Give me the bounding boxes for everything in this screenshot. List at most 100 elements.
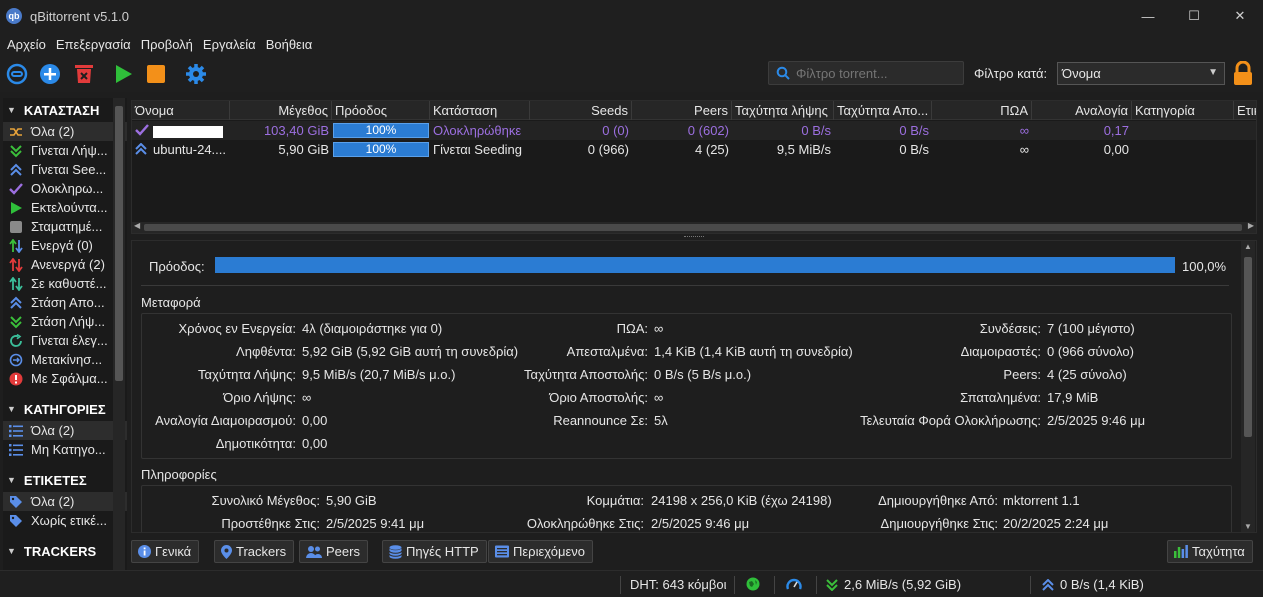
menu-file[interactable]: Αρχείο: [2, 37, 51, 52]
maximize-button[interactable]: ☐: [1171, 0, 1217, 32]
stop-icon: [147, 65, 165, 83]
menu-tools[interactable]: Εργαλεία: [198, 37, 261, 52]
status-separator: [816, 576, 817, 594]
status-filter-completed[interactable]: Ολοκληρω...: [3, 179, 127, 198]
upload-chevrons-icon: [9, 296, 23, 310]
scroll-left-icon[interactable]: ◀: [134, 221, 140, 230]
search-input[interactable]: [796, 65, 956, 81]
table-row[interactable]: ubuntu-24.... 5,90 GiB 100% Γίνεται Seed…: [132, 140, 1256, 159]
share-ratio-value: 0,00: [302, 413, 328, 428]
close-button[interactable]: ✕: [1217, 0, 1263, 32]
status-filter-label: Ενεργά (0): [31, 238, 93, 253]
tab-trackers[interactable]: Trackers: [214, 540, 295, 563]
status-filter-label: Εκτελούντα...: [31, 200, 108, 215]
status-filter-inactive[interactable]: Ανενεργά (2): [3, 255, 127, 274]
column-header-ratio[interactable]: Αναλογία: [1032, 101, 1132, 120]
column-header-eta[interactable]: ΠΩΑ: [932, 101, 1032, 120]
status-filter-downloading[interactable]: Γίνεται Λήψ...: [3, 141, 127, 160]
table-row[interactable]: 103,40 GiB 100% Ολοκληρώθηκε 0 (0) 0 (60…: [132, 121, 1256, 140]
status-section-header[interactable]: ▼ ΚΑΤΑΣΤΑΣΗ: [3, 98, 127, 122]
search-field[interactable]: [768, 61, 964, 85]
status-filter-stopped[interactable]: Σταματημέ...: [3, 217, 127, 236]
tab-content[interactable]: Περιεχόμενο: [488, 540, 593, 563]
last-seen-complete-value: 2/5/2025 9:46 μμ: [1047, 413, 1146, 428]
global-download-speed[interactable]: 2,6 MiB/s (5,92 GiB): [826, 577, 961, 592]
link-icon: [6, 63, 28, 85]
add-link-button[interactable]: [5, 62, 29, 86]
status-filter-checking[interactable]: Γίνεται έλεγ...: [3, 331, 127, 350]
column-header-category[interactable]: Κατηγορία: [1132, 101, 1234, 120]
sidebar-scrollbar-thumb[interactable]: [115, 106, 123, 381]
column-header-state[interactable]: Κατάσταση: [430, 101, 530, 120]
categories-section-title: ΚΑΤΗΓΟΡΙΕΣ: [23, 401, 106, 417]
total-size-value: 5,90 GiB: [326, 493, 377, 508]
added-on-label: Προστέθηκε Στις:: [221, 516, 320, 531]
table-horizontal-scrollbar[interactable]: ◀ ▶: [132, 221, 1256, 233]
eta-label: ΠΩΑ:: [616, 321, 648, 336]
reannounce-value: 5λ: [654, 413, 668, 428]
status-filter-running[interactable]: Εκτελούντα...: [3, 198, 127, 217]
connections-label: Συνδέσεις:: [979, 321, 1041, 336]
global-upload-speed[interactable]: 0 B/s (1,4 KiB): [1042, 577, 1144, 592]
properties-scrollbar-thumb[interactable]: [1244, 257, 1252, 437]
category-filter-all[interactable]: Όλα (2): [3, 421, 127, 440]
table-scrollbar-thumb[interactable]: [144, 224, 1242, 231]
status-filter-errored[interactable]: Με Σφάλμα...: [3, 369, 127, 388]
tab-general[interactable]: Γενικά: [131, 540, 200, 563]
add-torrent-button[interactable]: [38, 62, 62, 86]
tag-filter-all[interactable]: Όλα (2): [3, 492, 127, 511]
tags-section-header[interactable]: ▼ ΕΤΙΚΕΤΕΣ: [3, 468, 127, 492]
tab-speed-label: Ταχύτητα: [1192, 544, 1245, 559]
tab-speed[interactable]: Ταχύτητα: [1167, 540, 1253, 563]
status-filter-seeding[interactable]: Γίνεται See...: [3, 160, 127, 179]
scroll-down-icon[interactable]: ▼: [1244, 522, 1252, 531]
options-button[interactable]: [184, 62, 208, 86]
status-filter-stalled[interactable]: Σε καθυστέ...: [3, 274, 127, 293]
last-seen-complete-label: Τελευταία Φορά Ολοκλήρωσης:: [860, 413, 1041, 428]
minimize-button[interactable]: —: [1125, 0, 1171, 32]
menu-help[interactable]: Βοήθεια: [261, 37, 318, 52]
row-size-cell: 103,40 GiB: [263, 123, 329, 138]
scroll-up-icon[interactable]: ▲: [1244, 242, 1252, 251]
column-header-upload-speed[interactable]: Ταχύτητα Απο...: [834, 101, 932, 120]
column-header-download-speed[interactable]: Ταχύτητα λήψης: [732, 101, 834, 120]
row-state-cell: Ολοκληρώθηκε: [433, 123, 522, 138]
lock-ui-button[interactable]: [1232, 60, 1254, 90]
status-filter-moving[interactable]: Μετακίνησ...: [3, 350, 127, 369]
tag-filter-untagged[interactable]: Χωρίς ετικέ...: [3, 511, 127, 530]
alt-speed-button[interactable]: [786, 577, 802, 591]
sidebar-scrollbar[interactable]: [113, 98, 125, 570]
status-filter-stalled-uploading[interactable]: Στάση Απο...: [3, 293, 127, 312]
upload-limit-label: Όριο Αποστολής:: [549, 390, 648, 405]
trackers-section-title: TRACKERS: [23, 543, 97, 559]
scroll-right-icon[interactable]: ▶: [1248, 221, 1254, 230]
menu-edit[interactable]: Επεξεργασία: [51, 37, 136, 52]
categories-section-header[interactable]: ▼ ΚΑΤΗΓΟΡΙΕΣ: [3, 397, 127, 421]
column-header-name[interactable]: Όνομα: [132, 101, 230, 120]
column-header-peers[interactable]: Peers: [632, 101, 732, 120]
column-header-size[interactable]: Μέγεθος: [230, 101, 332, 120]
status-filter-label: Με Σφάλμα...: [31, 371, 108, 386]
users-icon: [306, 545, 322, 558]
trackers-section-header[interactable]: ▼ TRACKERS: [3, 539, 127, 563]
column-header-tags[interactable]: Ετικ: [1234, 101, 1256, 120]
row-seeds-cell: 0 (966): [587, 142, 629, 157]
category-filter-uncategorized[interactable]: Μη Κατηγο...: [3, 440, 127, 459]
column-header-progress[interactable]: Πρόοδος: [332, 101, 430, 120]
start-button[interactable]: [111, 62, 135, 86]
status-filter-active[interactable]: Ενεργά (0): [3, 236, 127, 255]
tab-http-sources[interactable]: Πηγές HTTP: [382, 540, 487, 563]
category-filter-label: Μη Κατηγο...: [31, 442, 106, 457]
column-header-seeds[interactable]: Seeds: [530, 101, 632, 120]
properties-scrollbar[interactable]: ▲ ▼: [1241, 241, 1255, 532]
filter-by-select[interactable]: Όνομα ▼: [1057, 62, 1225, 85]
stop-button[interactable]: [144, 62, 168, 86]
menu-view[interactable]: Προβολή: [136, 37, 198, 52]
tab-peers[interactable]: Peers: [299, 540, 368, 563]
status-filter-stalled-downloading[interactable]: Στάση Λήψ...: [3, 312, 127, 331]
connection-status-button[interactable]: [746, 577, 760, 591]
delete-button[interactable]: [72, 62, 96, 86]
status-filter-label: Στάση Απο...: [31, 295, 105, 310]
download-speed-text: 2,6 MiB/s (5,92 GiB): [844, 577, 962, 592]
status-filter-all[interactable]: Όλα (2): [3, 122, 127, 141]
